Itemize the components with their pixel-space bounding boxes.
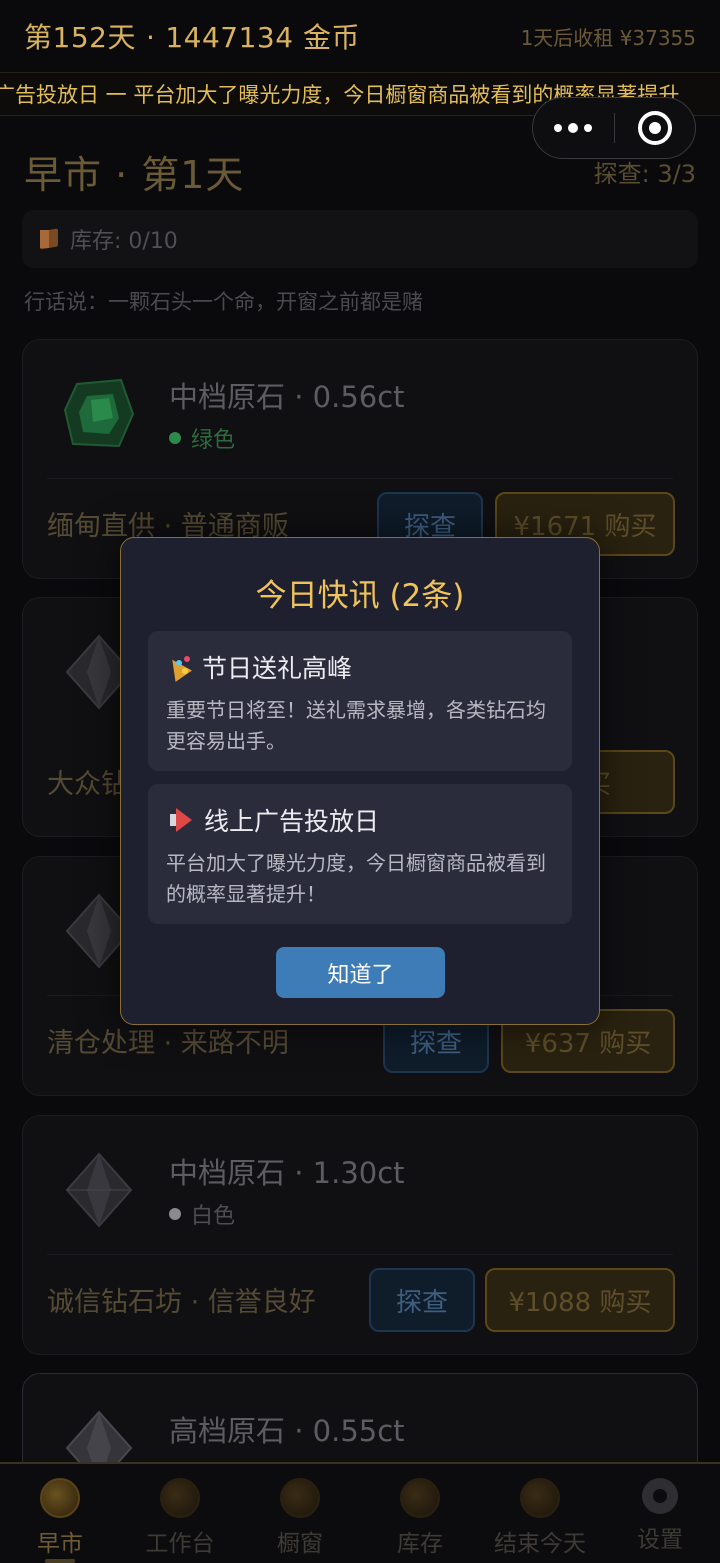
- nav-market[interactable]: 早市: [0, 1464, 120, 1563]
- gem-name: 中档原石 · 0.56ct: [169, 380, 405, 414]
- workbench-icon: [160, 1478, 200, 1518]
- nav-label: 库存: [397, 1531, 443, 1557]
- gem-color: 白色: [169, 1198, 235, 1230]
- acknowledge-button[interactable]: 知道了: [276, 947, 445, 998]
- news-modal: 今日快讯 (2条) 节日送礼高峰 重要节日将至！送礼需求暴增，各类钻石均更容易出…: [120, 537, 600, 1025]
- news-card: 节日送礼高峰 重要节日将至！送礼需求暴增，各类钻石均更容易出手。: [148, 631, 572, 771]
- gem-name: 高档原石 · 0.55ct: [169, 1414, 405, 1448]
- seller-label: 清仓处理 · 来路不明: [47, 1028, 289, 1059]
- moon-icon: [520, 1478, 560, 1518]
- listing-card: 中档原石 · 1.30ct 白色 诚信钻石坊 · 信誉良好 探查 ¥1088 购…: [22, 1115, 698, 1355]
- status-bar: 第152天 · 1447134 金币 1天后收租 ¥37355: [0, 0, 720, 72]
- nav-inventory[interactable]: 库存: [360, 1464, 480, 1563]
- bottom-nav: 早市 工作台 橱窗 库存 结束今天 设置: [0, 1462, 720, 1563]
- gear-icon: [642, 1478, 678, 1514]
- color-dot: [169, 432, 181, 444]
- target-circle-icon[interactable]: [615, 98, 696, 158]
- more-dots-icon[interactable]: [533, 98, 614, 158]
- nav-label: 设置: [637, 1527, 683, 1553]
- active-indicator: [45, 1559, 75, 1563]
- nav-workbench[interactable]: 工作台: [120, 1464, 240, 1563]
- megaphone-icon: [166, 808, 194, 832]
- showcase-icon: [280, 1478, 320, 1518]
- news-heading: 线上广告投放日: [166, 802, 379, 838]
- diamond-gem-icon: [65, 1152, 133, 1228]
- day-label: 第152天: [24, 21, 136, 54]
- probe-count: 探查: 3/3: [593, 160, 696, 188]
- day-coins: 第152天 · 1447134 金币: [24, 21, 360, 54]
- proverb-text: 行话说：一颗石头一个命，开窗之前都是赌: [24, 290, 423, 314]
- nav-end-day[interactable]: 结束今天: [480, 1464, 600, 1563]
- inventory-bar: 库存: 0/10: [22, 210, 698, 268]
- color-dot: [169, 1208, 181, 1220]
- gem-name: 中档原石 · 1.30ct: [169, 1156, 405, 1190]
- news-heading: 节日送礼高峰: [166, 649, 352, 685]
- rent-label: 1天后收租 ¥37355: [520, 25, 696, 50]
- inventory-label: 库存: 0/10: [70, 229, 178, 254]
- market-icon: [40, 1478, 80, 1518]
- party-popper-icon: [166, 654, 192, 680]
- coins-label: 1447134 金币: [165, 21, 360, 54]
- nav-label: 橱窗: [277, 1531, 323, 1557]
- nav-label: 早市: [37, 1531, 83, 1557]
- nav-settings[interactable]: 设置: [600, 1464, 720, 1563]
- news-title: 线上广告投放日: [204, 807, 380, 836]
- box-icon: [38, 228, 60, 250]
- divider: [47, 478, 673, 479]
- divider: [47, 1254, 673, 1255]
- nav-label: 结束今天: [494, 1531, 586, 1557]
- news-body: 重要节日将至！送礼需求暴增，各类钻石均更容易出手。: [166, 698, 546, 753]
- miniprogram-capsule: [532, 97, 696, 159]
- buy-button[interactable]: ¥1088 购买: [485, 1268, 675, 1332]
- page-title: 早市 · 第1天: [24, 153, 245, 197]
- news-card: 线上广告投放日 平台加大了曝光力度，今日橱窗商品被看到的概率显著提升！: [148, 784, 572, 924]
- emerald-gem-icon: [63, 378, 135, 448]
- seller-label: 诚信钻石坊 · 信誉良好: [47, 1287, 316, 1318]
- news-title: 节日送礼高峰: [202, 654, 353, 683]
- gem-color: 绿色: [169, 422, 235, 454]
- inventory-chest-icon: [400, 1478, 440, 1518]
- probe-button[interactable]: 探查: [369, 1268, 475, 1332]
- nav-label: 工作台: [145, 1531, 215, 1557]
- nav-showcase[interactable]: 橱窗: [240, 1464, 360, 1563]
- news-body: 平台加大了曝光力度，今日橱窗商品被看到的概率显著提升！: [166, 851, 546, 906]
- modal-title: 今日快讯 (2条): [255, 578, 465, 614]
